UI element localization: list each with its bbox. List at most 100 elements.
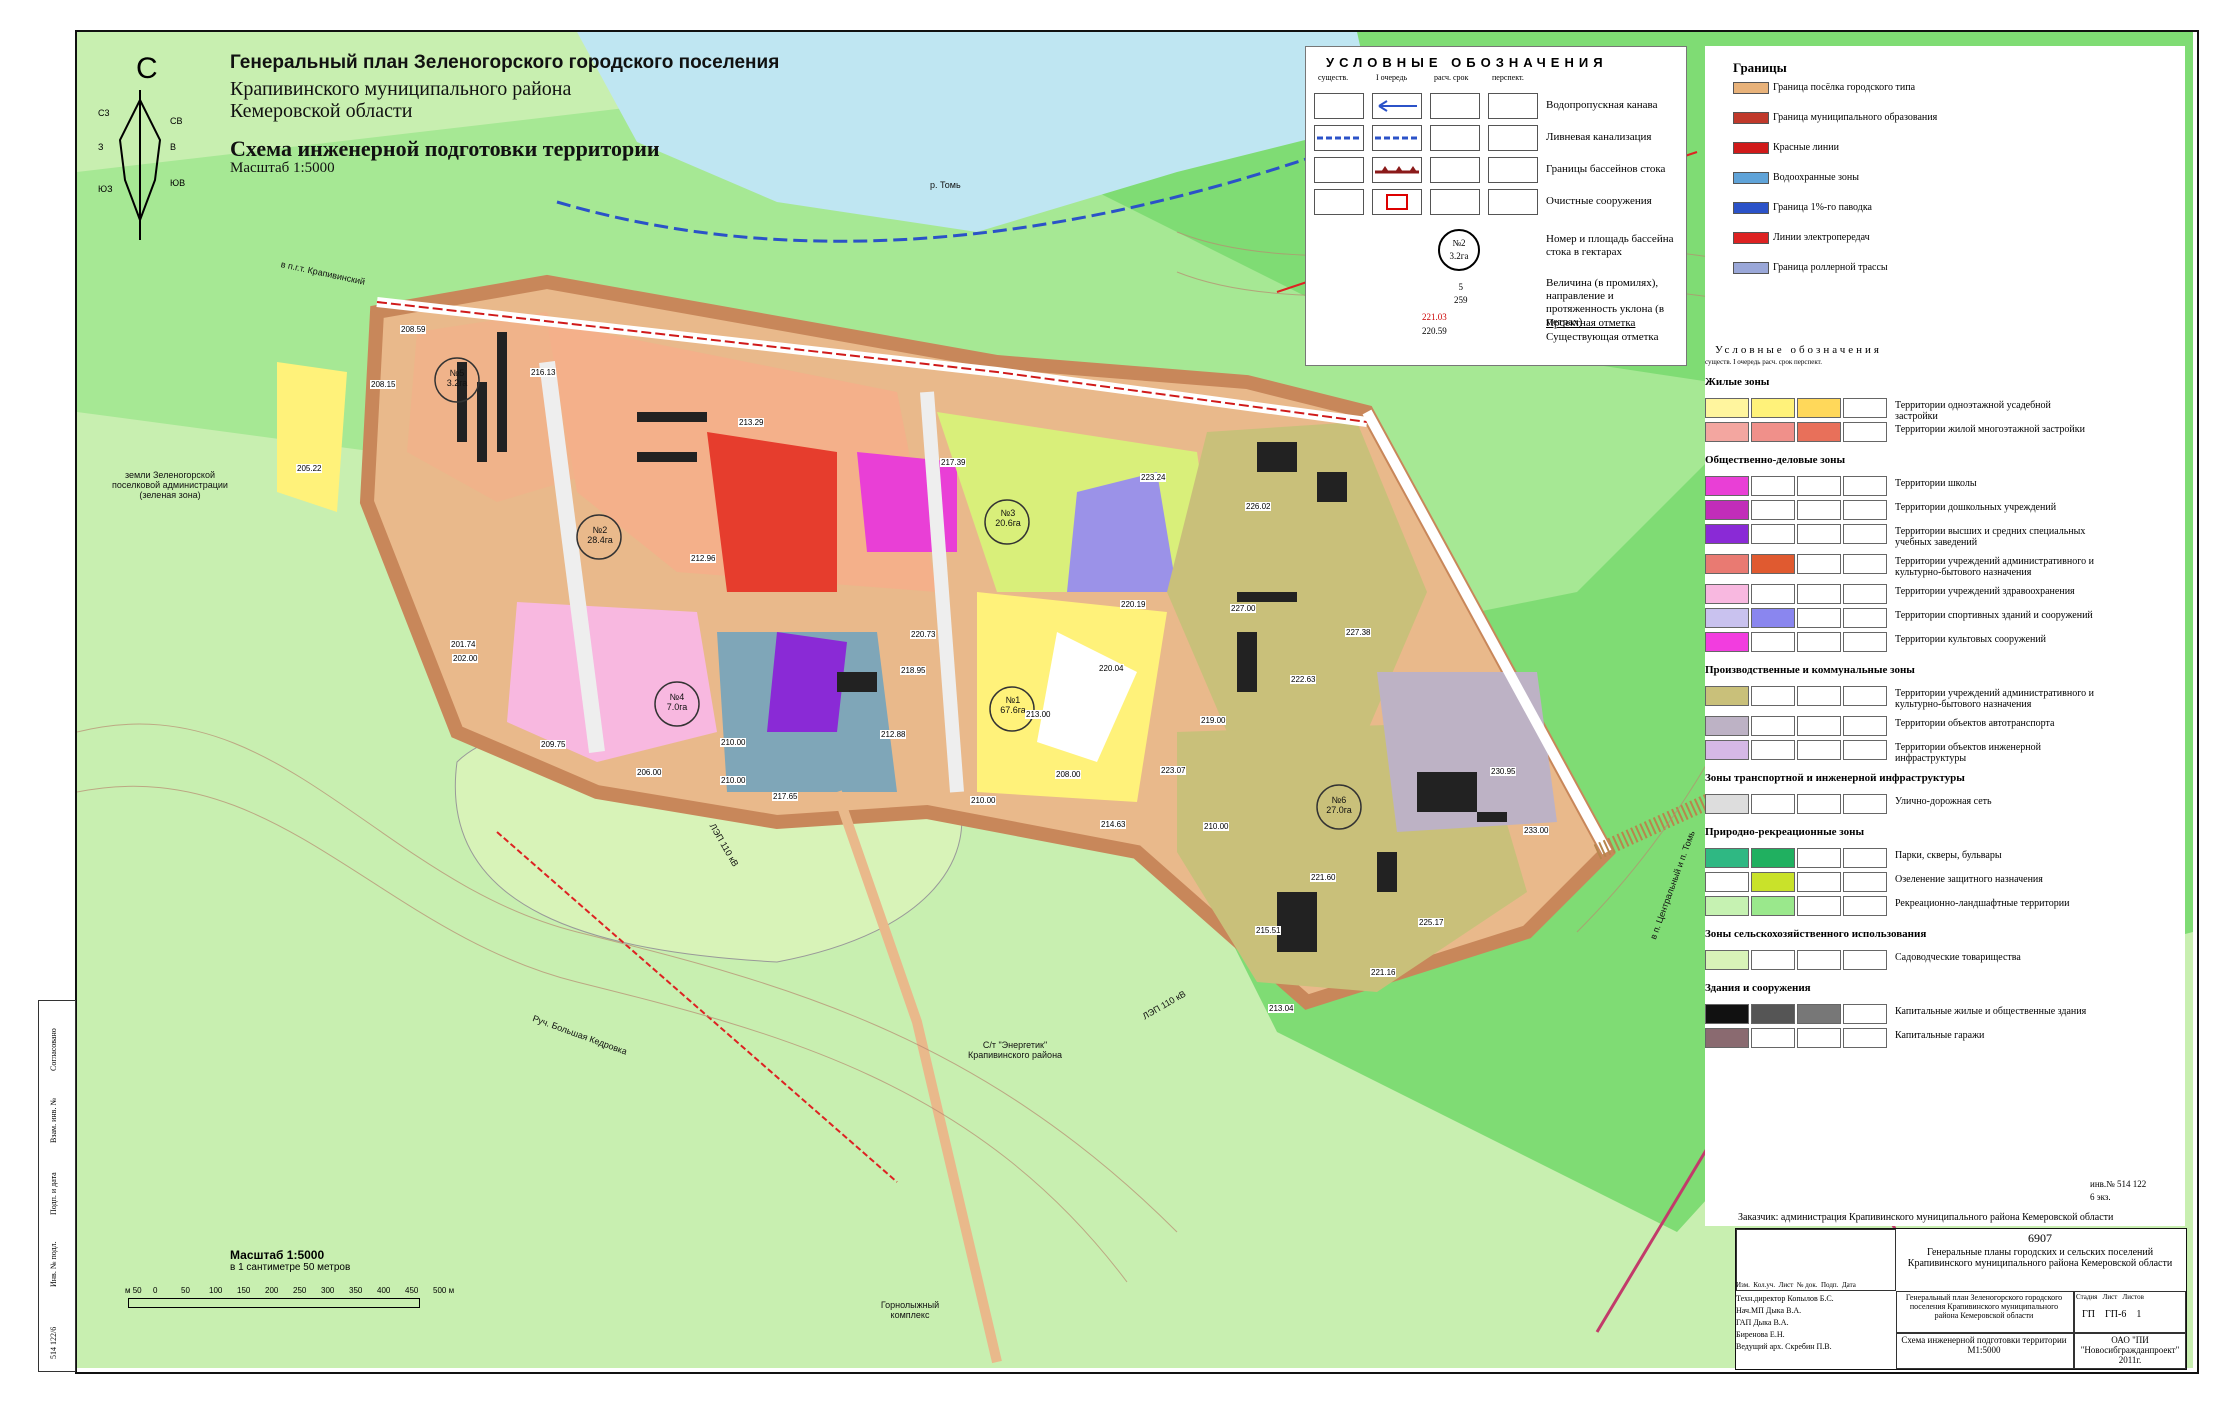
zone-swatch — [1705, 422, 1749, 442]
border-swatch — [1733, 82, 1769, 94]
plan-title: Генеральный план Зеленогорского городско… — [230, 52, 780, 73]
signatures: Техн.директор Копылов Б.С. Нач.МП Дыка В… — [1736, 1294, 1834, 1351]
zone-swatch — [1797, 584, 1841, 604]
border-label: Граница посёлка городского типа — [1773, 82, 1916, 93]
elevation: 233.00 — [1523, 826, 1550, 835]
zone-swatch — [1751, 524, 1795, 544]
zone-label: Территории одноэтажной усадебной застрой… — [1895, 400, 2051, 422]
zone-swatch — [1843, 1028, 1887, 1048]
side-stamp-field: Инв. № подл. — [49, 1241, 58, 1287]
title-block: 6907 Генеральные планы городских и сельс… — [1735, 1228, 2187, 1370]
ski-label: Горнолыжный комплекс — [880, 1300, 940, 1320]
border-swatch — [1733, 262, 1769, 274]
inv-note: инв.№ 514 122 6 экз. — [2090, 1179, 2147, 1202]
zone-swatch — [1705, 1004, 1749, 1024]
elevation: 218.95 — [900, 666, 927, 675]
dacha-label: С/т "Энергетик" Крапивинского района — [967, 1040, 1063, 1060]
border-label: Граница 1%-го паводка — [1773, 202, 1872, 213]
zone-swatch — [1843, 740, 1887, 760]
zone-swatch — [1843, 584, 1887, 604]
basin-5-label: №5 3.2га — [446, 368, 468, 388]
zone-swatch — [1751, 686, 1795, 706]
zone-swatch — [1751, 1004, 1795, 1024]
scale-tick: 400 — [377, 1286, 391, 1295]
legend-col: существ. — [1318, 73, 1349, 82]
scale-tick: 450 — [405, 1286, 419, 1295]
zone-swatch — [1705, 524, 1749, 544]
elev-exist-sample: 220.59 — [1422, 326, 1447, 336]
zone-swatch — [1843, 398, 1887, 418]
zone-swatch — [1751, 584, 1795, 604]
project-code: 6907 — [2028, 1231, 2052, 1245]
elevation: 208.59 — [400, 325, 427, 334]
zone-swatch — [1705, 476, 1749, 496]
zone-swatch — [1797, 632, 1841, 652]
elevation: 217.65 — [772, 792, 799, 801]
elevation: 212.88 — [880, 730, 907, 739]
zone-label: Территории жилой многоэтажной застройки — [1895, 424, 2085, 435]
legend-basin-border: Границы бассейнов стока — [1546, 163, 1666, 175]
scheme-title: Схема инженерной подготовки территории — [230, 136, 660, 161]
elevation: 220.19 — [1120, 600, 1147, 609]
scale-tick: 200 — [265, 1286, 279, 1295]
zone-section-title: Общественно-деловые зоны — [1705, 454, 1846, 466]
zone-swatch — [1751, 422, 1795, 442]
side-stamp-field: Взам. инв. № — [49, 1097, 58, 1143]
zone-label: Рекреационно-ландшафтные территории — [1895, 898, 2070, 909]
elevation: 213.00 — [1025, 710, 1052, 719]
elevation: 221.16 — [1370, 968, 1397, 977]
compass-e: В — [170, 142, 177, 152]
legend-treatment: Очистные сооружения — [1546, 195, 1652, 207]
zone-swatch — [1705, 716, 1749, 736]
zones-heading: Условные обозначения — [1715, 344, 1882, 356]
side-stamp: Согласовано Взам. инв. № Подп. и дата Инв. … — [38, 1000, 76, 1372]
border-swatch — [1733, 202, 1769, 214]
zone-swatch — [1751, 848, 1795, 868]
zone-section-title: Жилые зоны — [1705, 376, 1770, 388]
elevation: 201.74 — [450, 640, 477, 649]
zone-label: Капитальные гаражи — [1895, 1030, 1985, 1041]
zone-swatch — [1705, 740, 1749, 760]
north-letter: С — [136, 52, 158, 85]
sheet-title: Схема инженерной подготовки территории М… — [1901, 1335, 2067, 1355]
zone-label: Улично-дорожная сеть — [1895, 796, 1992, 807]
legend-storm-sewer: Ливневая канализация — [1546, 131, 1652, 143]
legend-col: расч. срок — [1434, 73, 1469, 82]
zoning-legend: Границы Граница посёлка городского типа Г… — [1705, 46, 2185, 1226]
zone-swatch — [1843, 608, 1887, 628]
zone-swatch — [1843, 686, 1887, 706]
side-stamp-field: Подп. и дата — [49, 1172, 58, 1215]
zone-swatch — [1843, 794, 1887, 814]
zone-swatch — [1705, 584, 1749, 604]
elevation: 202.00 — [452, 654, 479, 663]
zone-swatch — [1797, 848, 1841, 868]
zone-swatch — [1705, 872, 1749, 892]
zone-swatch — [1843, 500, 1887, 520]
elevation: 225.17 — [1418, 918, 1445, 927]
zone-label: Территории культовых сооружений — [1895, 634, 2047, 645]
legend-project-elev: Проектная отметка — [1546, 317, 1636, 329]
project-name: Генеральные планы городских и сельских п… — [1907, 1247, 2173, 1269]
zone-label: Территории спортивных зданий и сооружени… — [1895, 610, 2093, 621]
zone-swatch — [1797, 686, 1841, 706]
elevation: 223.07 — [1160, 766, 1187, 775]
scale-tick: 350 — [349, 1286, 363, 1295]
side-stamp-field: 514 122/6 — [49, 1326, 58, 1359]
zone-swatch — [1797, 740, 1841, 760]
organization: ОАО "ПИ "Новосибгражданпроект" 2011г. — [2080, 1335, 2180, 1365]
wind-rose-icon — [118, 90, 162, 240]
zone-swatch — [1705, 398, 1749, 418]
zone-section-title: Производственные и коммунальные зоны — [1705, 664, 1915, 676]
compass-nw: С3 — [98, 108, 110, 118]
zone-label: Территории учреждений административного … — [1895, 688, 2094, 710]
zone-label: Территории дошкольных учреждений — [1895, 502, 2057, 513]
elevation: 221.60 — [1310, 873, 1337, 882]
compass-se: ЮВ — [170, 178, 186, 188]
scheme-scale: Масштаб 1:5000 — [230, 160, 335, 176]
zone-swatch — [1797, 950, 1841, 970]
zone-swatch — [1797, 500, 1841, 520]
zone-swatch — [1705, 1028, 1749, 1048]
scale-tick: 50 — [181, 1286, 190, 1295]
side-stamp-field: Согласовано — [49, 1028, 58, 1071]
border-label: Граница роллерной трассы — [1773, 262, 1888, 273]
